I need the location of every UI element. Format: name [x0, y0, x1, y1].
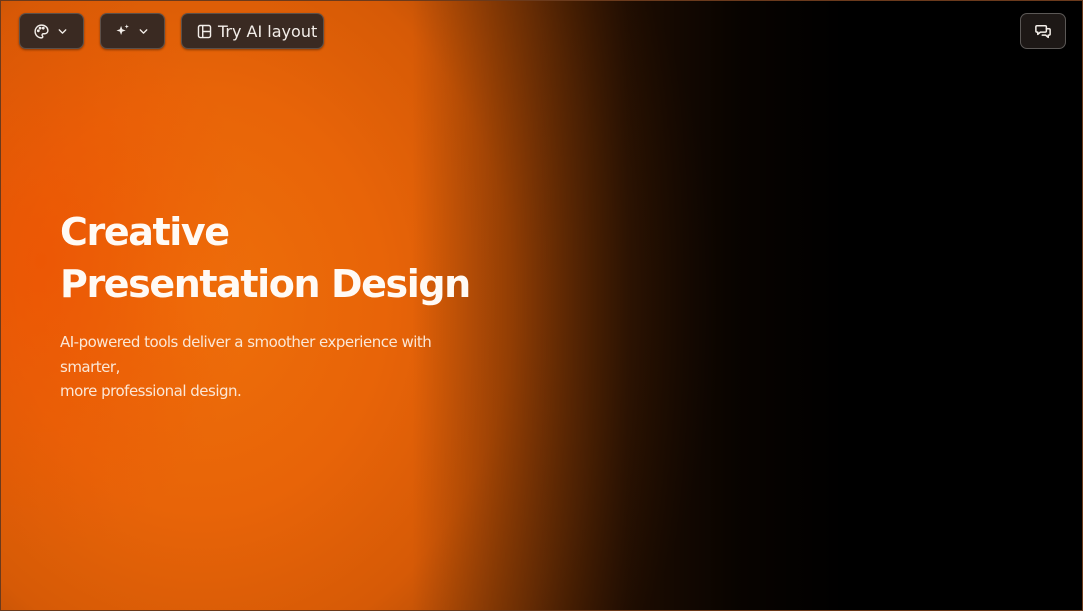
slide-content: Creative Presentation Design AI-powered … — [60, 206, 490, 404]
chevron-down-icon — [137, 25, 150, 38]
subtitle-line: AI-powered tools deliver a smoother expe… — [60, 333, 432, 351]
comments-button[interactable] — [1020, 13, 1066, 49]
palette-icon — [33, 23, 50, 40]
theme-dropdown-button[interactable] — [19, 13, 84, 49]
slide-title[interactable]: Creative Presentation Design — [60, 206, 490, 310]
layout-icon — [196, 23, 213, 40]
ai-style-dropdown-button[interactable] — [100, 13, 165, 49]
slide-subtitle[interactable]: AI-powered tools deliver a smoother expe… — [60, 330, 445, 404]
chat-bubbles-icon — [1034, 22, 1052, 40]
subtitle-line: more professional design. — [60, 382, 242, 400]
sparkles-icon — [114, 23, 131, 40]
chevron-down-icon — [56, 25, 69, 38]
subtitle-line: smarter, — [60, 357, 120, 376]
try-ai-layout-label: Try AI layout — [218, 21, 318, 41]
try-ai-layout-button[interactable]: Try AI layout — [181, 13, 324, 49]
presentation-slide: Try AI layout Creative Presentation Desi… — [0, 0, 1083, 611]
